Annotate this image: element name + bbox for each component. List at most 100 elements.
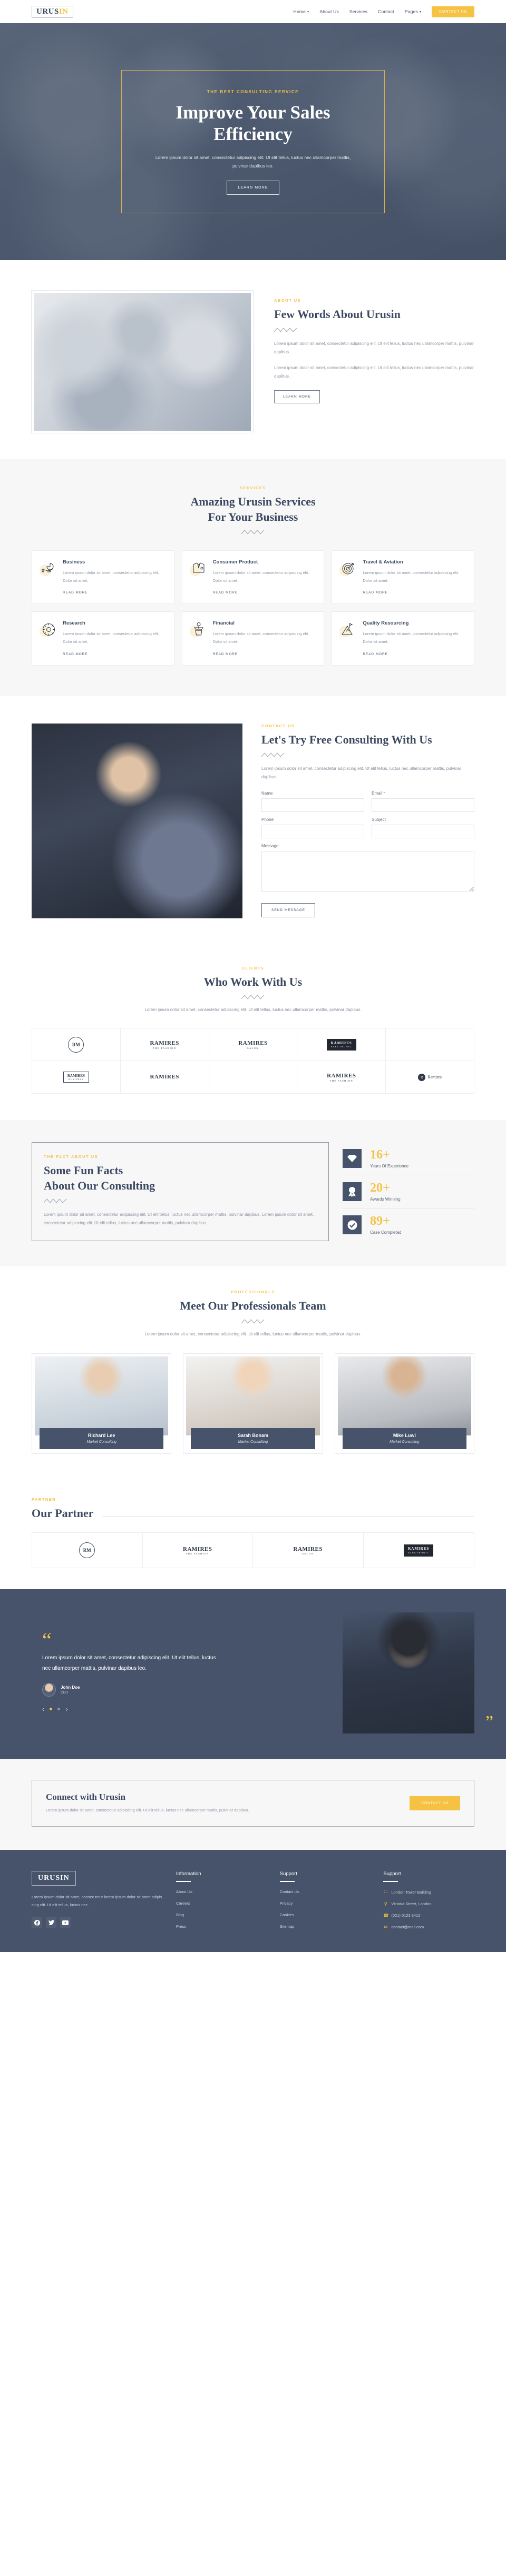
service-read-more-link[interactable]: READ MORE <box>363 652 387 656</box>
youtube-icon[interactable] <box>60 1917 71 1928</box>
hero-learn-more-button[interactable]: LEARN MORE <box>227 181 279 195</box>
footer-column-contact: Support ⛶ London Tower Building ⚲ Victor… <box>383 1871 474 1936</box>
service-read-more-link[interactable]: READ MORE <box>213 591 238 595</box>
about-learn-more-button[interactable]: LEARN MORE <box>274 390 320 403</box>
service-card[interactable]: Travel & Aviation Lorem ipsum dolor sit … <box>332 550 474 605</box>
client-logo-cell: RAMIRES <box>120 1061 209 1094</box>
stat-value: 16+ <box>370 1148 390 1162</box>
client-logo-cell: RAMIRES THE FASHION <box>120 1028 209 1062</box>
team-member-card[interactable]: Mike Luwi Market Consulting <box>334 1353 474 1454</box>
footer-link[interactable]: Cookies <box>280 1913 371 1917</box>
site-header: URUSIN Home ▾ About Us Services Contact … <box>0 0 506 23</box>
service-card-text: Lorem ipsum dolor sit amet, consectetur … <box>212 631 309 645</box>
partner-logo-sub: ELECTRONIC <box>408 1551 430 1554</box>
footer-link[interactable]: Careers <box>176 1901 267 1906</box>
footer-logo[interactable]: URUSIN <box>32 1871 76 1886</box>
footer-link[interactable]: Blog <box>176 1913 267 1917</box>
nav-item-contact-label: Contact <box>378 9 394 14</box>
email-label-text: Email <box>372 791 383 796</box>
cta-text: Lorem ipsum dolor sit amet, consectetur … <box>46 1808 249 1813</box>
carousel-next-button[interactable]: › <box>65 1705 67 1713</box>
service-read-more-link[interactable]: READ MORE <box>213 652 238 656</box>
cta-contact-button[interactable]: CONTACT US <box>410 1796 460 1811</box>
zigzag-divider-icon <box>44 1198 67 1204</box>
email-input[interactable] <box>372 798 474 813</box>
service-card-title: Travel & Aviation <box>363 559 403 566</box>
testimonial-author-role: CEO <box>61 1691 69 1695</box>
partner-logo-name: RAMIRES <box>183 1545 212 1552</box>
nav-item-pages[interactable]: Pages ▾ <box>405 9 421 14</box>
carousel-dot[interactable] <box>57 1708 61 1711</box>
service-card[interactable]: Financial Lorem ipsum dolor sit amet, co… <box>181 611 325 666</box>
nav-item-contact[interactable]: Contact <box>378 9 394 14</box>
nav-item-services[interactable]: Services <box>349 9 367 14</box>
service-card[interactable]: Research Lorem ipsum dolor sit amet, con… <box>32 611 174 666</box>
nav-item-home[interactable]: Home ▾ <box>294 9 309 14</box>
service-read-more-link[interactable]: READ MORE <box>63 591 87 595</box>
map-pin-icon: ⚲ <box>384 1901 387 1907</box>
footer-column-title: Information <box>176 1871 201 1877</box>
team-member-card[interactable]: Richard Lee Market Consulting <box>32 1353 172 1454</box>
nav-item-about-us[interactable]: About Us <box>319 9 339 14</box>
carousel-dot-active[interactable] <box>50 1708 53 1711</box>
footer-contact-item[interactable]: ✉ contact@mail.com <box>383 1925 474 1929</box>
name-input[interactable] <box>261 798 364 813</box>
footer-link[interactable]: About Us <box>176 1889 267 1894</box>
subject-input[interactable] <box>372 825 474 839</box>
team-member-card[interactable]: Sarah Bonam Market Consulting <box>183 1353 323 1454</box>
service-card[interactable]: Business Lorem ipsum dolor sit amet, con… <box>32 550 174 605</box>
site-logo[interactable]: URUSIN <box>32 5 73 18</box>
client-logo-mark: RAMIRES SALON <box>238 1040 267 1049</box>
footer-link[interactable]: Contact Us <box>280 1889 371 1894</box>
footer-link[interactable]: Sitemap <box>280 1924 371 1929</box>
team-section: PROFESSIONALS Meet Our Professionals Tea… <box>0 1266 506 1479</box>
service-read-more-link[interactable]: READ MORE <box>63 652 87 656</box>
carousel-prev-button[interactable]: ‹ <box>42 1705 44 1713</box>
name-field-group: Name <box>261 791 364 813</box>
nav-item-home-label: Home <box>293 9 306 14</box>
contact-title: Let's Try Free Consulting With Us <box>261 732 432 746</box>
about-title: Few Words About Urusin <box>274 308 401 321</box>
hero-eyebrow: THE BEST CONSULTING SERVICE <box>207 89 299 94</box>
twitter-icon[interactable] <box>46 1917 56 1928</box>
service-card[interactable]: Quality Resourcing Lorem ipsum dolor sit… <box>332 611 474 666</box>
facebook-icon[interactable] <box>32 1917 42 1928</box>
team-grid: Richard Lee Market Consulting Sarah Bona… <box>32 1353 474 1454</box>
client-logo-cell-empty <box>209 1061 298 1094</box>
team-member-photo <box>337 1356 471 1435</box>
phone-input[interactable] <box>261 825 364 839</box>
logo-text-dark: URUS <box>36 7 59 16</box>
service-read-more-link[interactable]: READ MORE <box>363 591 387 595</box>
client-logo-grid: RM RAMIRES THE FASHION RAMIRES SALON RAM… <box>32 1028 474 1094</box>
partner-logo-mark: RM <box>79 1542 95 1559</box>
footer-link[interactable]: Privacy <box>280 1901 371 1906</box>
facts-label: THE FACT ABOUT US <box>44 1154 99 1160</box>
team-member-caption: Sarah Bonam Market Consulting <box>191 1428 315 1449</box>
stat-label: Case Completed <box>370 1230 402 1235</box>
client-logo-sub: ELECTRONIC <box>330 1045 352 1048</box>
cta-title: Connect with Urusin <box>46 1792 126 1802</box>
team-member-role: Market Consulting <box>86 1440 116 1444</box>
service-card-text: Lorem ipsum dolor sit amet, consectetur … <box>363 570 459 583</box>
send-message-button[interactable]: SEND MESSAGE <box>261 903 316 918</box>
zigzag-divider-icon <box>274 327 297 332</box>
hero-frame: THE BEST CONSULTING SERVICE Improve Your… <box>121 70 385 214</box>
contact-label: CONTACT US <box>261 723 295 728</box>
message-textarea[interactable] <box>261 851 474 893</box>
shirt-icon <box>189 559 208 577</box>
header-contact-button[interactable]: CONTACT US <box>432 6 474 17</box>
service-card-title: Financial <box>212 620 235 627</box>
mountain-flag-icon <box>339 620 357 638</box>
client-logo-sub: THE FASHION <box>152 1046 177 1049</box>
partner-logo-cell: RAMIRES THE FASHION <box>143 1533 253 1568</box>
clients-title: Who Work With Us <box>203 975 303 988</box>
footer-link[interactable]: Press <box>176 1924 267 1929</box>
clients-section: CLIENTS Who Work With Us Lorem ipsum dol… <box>0 942 506 1121</box>
client-logo-cell: RM <box>32 1028 121 1062</box>
team-member-caption: Richard Lee Market Consulting <box>40 1428 164 1449</box>
building-icon: ⛶ <box>384 1889 387 1895</box>
client-logo-name: RAMIRES <box>67 1074 85 1078</box>
footer-contact-item[interactable]: ☎ (021) 0123 3412 <box>383 1913 474 1918</box>
service-card[interactable]: Consumer Product Lorem ipsum dolor sit a… <box>181 550 325 605</box>
partner-logo-cell: RM <box>32 1533 143 1568</box>
